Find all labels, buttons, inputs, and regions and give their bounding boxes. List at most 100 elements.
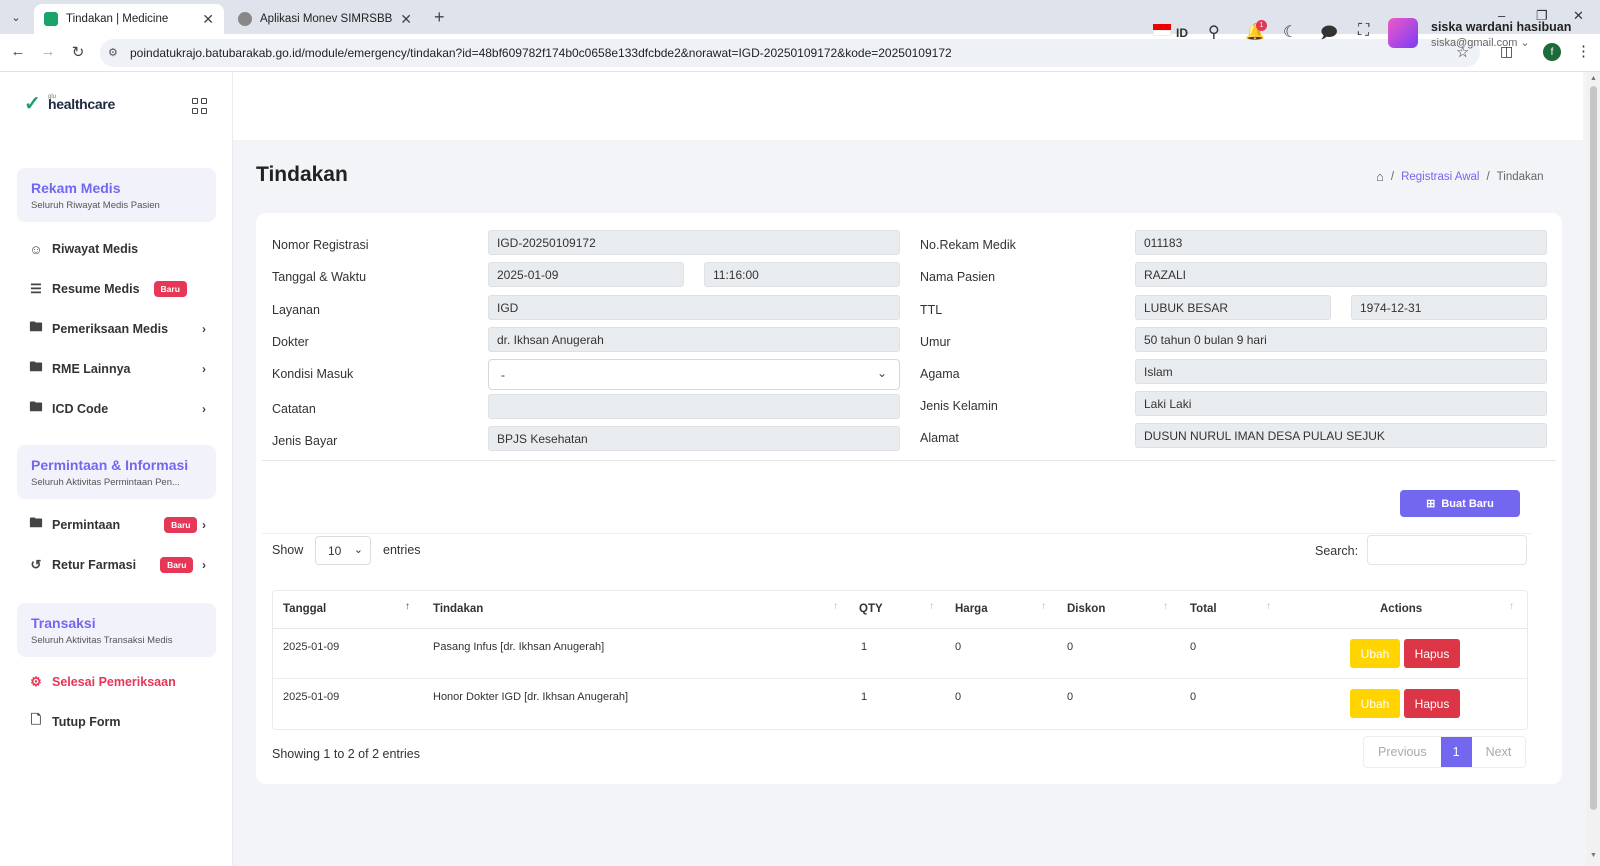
scrollbar-thumb[interactable] bbox=[1590, 86, 1597, 810]
umur-field[interactable]: 50 tahun 0 bulan 9 hari bbox=[1135, 327, 1547, 352]
next-page-button[interactable]: Next bbox=[1472, 737, 1526, 767]
nama-pasien-field[interactable]: RAZALI bbox=[1135, 262, 1547, 287]
new-badge: Baru bbox=[160, 557, 194, 573]
search-icon[interactable]: ⚲ bbox=[1208, 22, 1220, 42]
controls-divider bbox=[262, 533, 1532, 534]
field-label: Nomor Registrasi bbox=[272, 238, 369, 252]
breadcrumb-separator: / bbox=[1486, 170, 1490, 183]
tab-search-chevron-icon[interactable]: ⌄ bbox=[6, 7, 26, 27]
column-header-tindakan[interactable]: Tindakan bbox=[433, 603, 483, 615]
column-header-tanggal[interactable]: Tanggal bbox=[283, 603, 326, 615]
user-name[interactable]: siska wardani hasibuan bbox=[1431, 20, 1571, 34]
sort-icon: ↑ bbox=[1041, 601, 1046, 612]
search-input[interactable] bbox=[1367, 535, 1527, 565]
layanan-field[interactable]: IGD bbox=[488, 295, 900, 320]
ubah-button[interactable]: Ubah bbox=[1350, 689, 1400, 718]
scroll-up-arrow-icon[interactable]: ▲ bbox=[1590, 75, 1597, 82]
indonesia-flag-icon[interactable] bbox=[1153, 24, 1171, 36]
sidebar-item-riwayat-medis[interactable]: ☺ Riwayat Medis bbox=[28, 237, 218, 261]
sidebar-item-tutup-form[interactable]: 🗋 Tutup Form bbox=[28, 710, 218, 734]
hapus-button[interactable]: Hapus bbox=[1404, 689, 1460, 718]
avatar[interactable] bbox=[1388, 18, 1418, 48]
sidebar-item-retur-farmasi[interactable]: ↺ Retur Farmasi Baru › bbox=[28, 553, 218, 577]
nomor-registrasi-field[interactable]: IGD-20250109172 bbox=[488, 230, 900, 255]
page-1-button[interactable]: 1 bbox=[1440, 737, 1472, 767]
buat-baru-button[interactable]: ⊞ Buat Baru bbox=[1400, 490, 1520, 517]
site-settings-icon[interactable]: ⚙ bbox=[108, 46, 118, 59]
fullscreen-icon[interactable]: ⛶ bbox=[1358, 22, 1369, 40]
sidebar-item-resume-medis[interactable]: ☰ Resume Medis Baru bbox=[28, 277, 218, 301]
waktu-field[interactable]: 11:16:00 bbox=[704, 262, 900, 287]
dark-mode-moon-icon[interactable]: ☾ bbox=[1283, 22, 1297, 42]
ubah-button[interactable]: Ubah bbox=[1350, 639, 1400, 668]
breadcrumb: ⌂ / Registrasi Awal / Tindakan bbox=[1376, 169, 1544, 184]
logo[interactable]: ✓ healthcare bbox=[24, 94, 115, 114]
field-label: Umur bbox=[920, 335, 951, 349]
jenis-bayar-field[interactable]: BPJS Kesehatan bbox=[488, 426, 900, 451]
user-email[interactable]: siska@gmail.com ⌄ bbox=[1431, 36, 1530, 49]
show-label: Show bbox=[272, 543, 304, 557]
new-tab-icon[interactable]: + bbox=[434, 7, 445, 28]
section-subtitle: Seluruh Riwayat Medis Pasien bbox=[31, 200, 160, 211]
chevron-right-icon: › bbox=[202, 558, 206, 572]
back-icon[interactable]: ← bbox=[8, 43, 28, 60]
sidebar-item-selesai-pemeriksaan[interactable]: ⚙ Selesai Pemeriksaan bbox=[28, 670, 218, 694]
kondisi-masuk-select[interactable]: - ⌄ bbox=[488, 359, 900, 390]
reload-icon[interactable]: ↻ bbox=[68, 43, 88, 61]
section-subtitle: Seluruh Aktivitas Permintaan Pen... bbox=[31, 477, 180, 488]
tab-close-icon[interactable]: ✕ bbox=[202, 11, 214, 28]
browser-tab-active[interactable]: Tindakan | Medicine ✕ bbox=[34, 4, 224, 34]
column-header-total[interactable]: Total bbox=[1190, 603, 1217, 615]
sidebar-item-rme-lainnya[interactable]: 🖿 RME Lainnya › bbox=[28, 357, 218, 381]
agama-field[interactable]: Islam bbox=[1135, 359, 1547, 384]
sidebar-item-label: ICD Code bbox=[52, 402, 109, 416]
tab-close-icon[interactable]: ✕ bbox=[400, 11, 412, 28]
cell-tindakan: Pasang Infus [dr. Ikhsan Anugerah] bbox=[433, 641, 605, 653]
column-header-harga[interactable]: Harga bbox=[955, 603, 988, 615]
page-title: Tindakan bbox=[256, 163, 348, 186]
sort-icon: ↑ bbox=[1509, 601, 1514, 612]
apps-grid-icon[interactable] bbox=[192, 98, 208, 114]
chevron-right-icon: › bbox=[202, 518, 206, 532]
sidebar-item-icd-code[interactable]: 🖿 ICD Code › bbox=[28, 397, 218, 421]
browser-menu-icon[interactable]: ⋮ bbox=[1576, 42, 1591, 60]
scroll-down-arrow-icon[interactable]: ▼ bbox=[1590, 852, 1597, 859]
logo-text: healthcare bbox=[48, 96, 116, 112]
entries-length-select[interactable]: 10 ⌄ bbox=[315, 536, 371, 565]
catatan-field[interactable] bbox=[488, 394, 900, 419]
no-rekam-medik-field[interactable]: 011183 bbox=[1135, 230, 1547, 255]
sidebar-item-permintaan[interactable]: 🖿 Permintaan Baru › bbox=[28, 513, 218, 537]
logo-subtext: glu bbox=[48, 94, 57, 100]
breadcrumb-link[interactable]: Registrasi Awal bbox=[1401, 171, 1479, 183]
column-header-diskon[interactable]: Diskon bbox=[1067, 603, 1105, 615]
previous-page-button[interactable]: Previous bbox=[1364, 737, 1441, 767]
close-window-icon[interactable]: ✕ bbox=[1573, 8, 1584, 24]
tanggal-lahir-field[interactable]: 1974-12-31 bbox=[1351, 295, 1547, 320]
hapus-button[interactable]: Hapus bbox=[1404, 639, 1460, 668]
column-header-actions[interactable]: Actions bbox=[1380, 603, 1422, 615]
profile-avatar[interactable]: f bbox=[1543, 43, 1561, 61]
alamat-field[interactable]: DUSUN NURUL IMAN DESA PULAU SEJUK bbox=[1135, 423, 1547, 448]
field-label: Nama Pasien bbox=[920, 270, 996, 284]
user-icon: ☺ bbox=[29, 241, 43, 257]
cell-total: 0 bbox=[1190, 691, 1197, 703]
chat-icon[interactable]: 🗩 bbox=[1320, 22, 1338, 49]
sidebar-item-pemeriksaan-medis[interactable]: 🖿 Pemeriksaan Medis › bbox=[28, 317, 218, 341]
column-header-qty[interactable]: QTY bbox=[859, 603, 883, 615]
user-email-text: siska@gmail.com bbox=[1431, 37, 1518, 49]
browser-tab[interactable]: Aplikasi Monev SIMRSBB ✕ bbox=[228, 4, 422, 34]
tempat-lahir-field[interactable]: LUBUK BESAR bbox=[1135, 295, 1331, 320]
url-input[interactable]: poindatukrajo.batubarakab.go.id/module/e… bbox=[100, 39, 1480, 67]
breadcrumb-separator: / bbox=[1390, 170, 1395, 183]
home-icon[interactable]: ⌂ bbox=[1376, 169, 1384, 184]
language-label[interactable]: ID bbox=[1176, 26, 1188, 40]
notification-count-badge: 1 bbox=[1256, 20, 1267, 31]
tanggal-field[interactable]: 2025-01-09 bbox=[488, 262, 684, 287]
dokter-field[interactable]: dr. Ikhsan Anugerah bbox=[488, 327, 900, 352]
page-scrollbar[interactable]: ▲ ▼ bbox=[1587, 72, 1600, 866]
search-label: Search: bbox=[1315, 544, 1359, 558]
jenis-kelamin-field[interactable]: Laki Laki bbox=[1135, 391, 1547, 416]
field-label: No.Rekam Medik bbox=[920, 238, 1016, 252]
tindakan-table: Tanggal ↑ Tindakan ↑ QTY ↑ Harga ↑ Disko… bbox=[272, 590, 1528, 730]
forward-icon[interactable]: → bbox=[38, 43, 58, 60]
